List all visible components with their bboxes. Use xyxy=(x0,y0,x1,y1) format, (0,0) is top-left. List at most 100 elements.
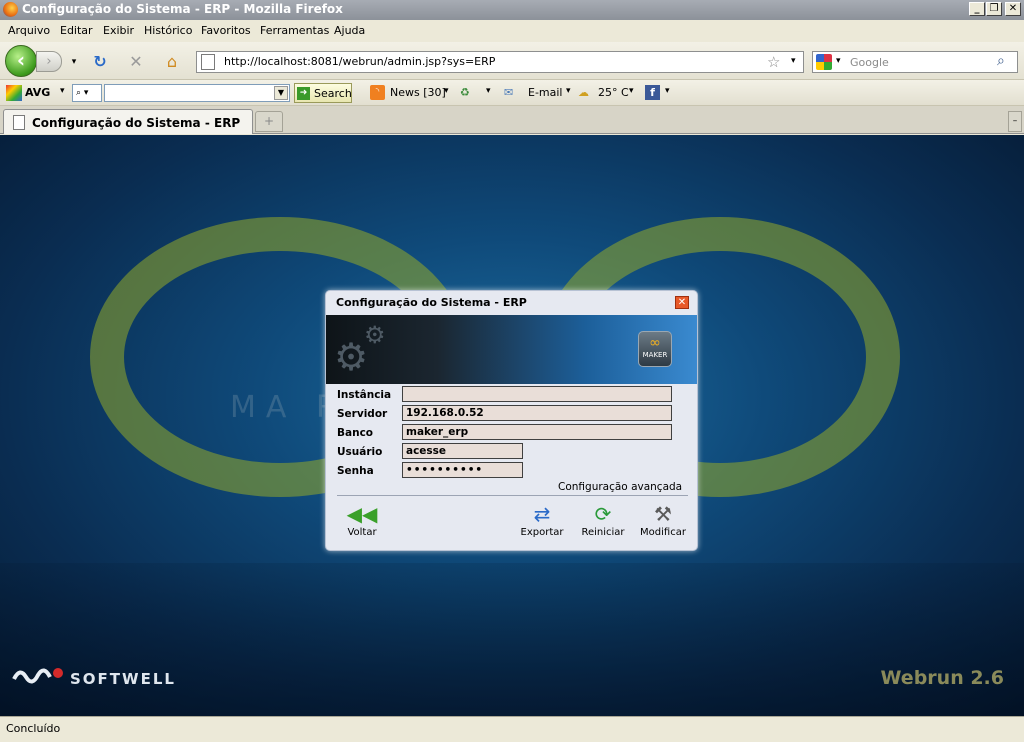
avg-search-label: Search xyxy=(314,87,352,100)
avg-search-engine-select[interactable]: ⌕ ▾ xyxy=(72,84,102,102)
menu-arquivo[interactable]: Arquivo xyxy=(8,24,50,37)
dialog-title: Configuração do Sistema - ERP xyxy=(336,296,527,309)
webrun-version: Webrun 2.6 xyxy=(880,667,1004,689)
facebook-dropdown-icon[interactable]: ▾ xyxy=(665,86,670,96)
avg-search-button[interactable]: ➜ Search xyxy=(294,83,352,103)
page-content: MA RLD SOFTWELL Webrun 2.6 Configuração … xyxy=(0,135,1024,716)
arrow-right-icon: ➜ xyxy=(297,87,310,100)
new-tab-button[interactable]: + xyxy=(255,111,283,132)
reload-icon[interactable]: ↻ xyxy=(90,52,110,72)
menu-bar: Arquivo Editar Exibir Histórico Favorito… xyxy=(0,20,1024,42)
weather-dropdown-icon[interactable]: ▾ xyxy=(629,86,634,96)
close-window-button[interactable]: ✕ xyxy=(1005,2,1021,16)
tab-title: Configuração do Sistema - ERP xyxy=(32,116,241,130)
modificar-button[interactable]: ⚒ Modificar xyxy=(635,501,691,538)
menu-exibir[interactable]: Exibir xyxy=(103,24,134,37)
firefox-icon xyxy=(3,2,18,17)
export-icon: ⇄ xyxy=(533,502,551,526)
page-icon xyxy=(13,115,25,130)
navigation-toolbar: ‹ › ▾ ↻ ✕ ⌂ http://localhost:8081/webrun… xyxy=(0,42,1024,80)
window-title: Configuração do Sistema - ERP - Mozilla … xyxy=(22,2,343,16)
email-icon: ✉ xyxy=(504,86,514,99)
advanced-config-link[interactable]: Configuração avançada xyxy=(558,481,682,493)
gear-icon: ⚙ xyxy=(334,335,369,379)
avg-tool-icon[interactable]: ♻ xyxy=(460,86,470,99)
restart-icon: ⟳ xyxy=(594,502,612,526)
forward-button[interactable]: › xyxy=(36,51,62,72)
servidor-label: Servidor xyxy=(337,408,388,420)
instancia-input[interactable] xyxy=(402,386,672,402)
softwell-logo-text: SOFTWELL xyxy=(70,670,176,688)
menu-editar[interactable]: Editar xyxy=(60,24,93,37)
back-button[interactable]: ‹ xyxy=(5,45,37,77)
maker-logo-text: MAKER xyxy=(642,351,668,359)
softwell-logo-icon xyxy=(12,668,63,684)
weather-button[interactable]: 25° C xyxy=(598,86,629,99)
url-text: http://localhost:8081/webrun/admin.jsp?s… xyxy=(224,55,496,68)
google-icon[interactable] xyxy=(816,54,832,70)
email-dropdown-icon[interactable]: ▾ xyxy=(566,86,571,96)
page-icon xyxy=(201,54,215,70)
avg-toolbar: AVG ▾ ⌕ ▾ ▼ ➜ Search ◝ News [30] ▾ ♻ ▾ ✉… xyxy=(0,80,1024,106)
tools-icon: ⚒ xyxy=(654,502,672,526)
search-engine-dropdown-icon[interactable]: ▾ xyxy=(836,56,841,66)
stop-icon[interactable]: ✕ xyxy=(126,52,146,72)
tab-list-button[interactable]: – xyxy=(1008,111,1022,132)
tool-dropdown-icon[interactable]: ▾ xyxy=(486,86,491,96)
close-icon[interactable]: ✕ xyxy=(675,296,689,309)
banco-input[interactable]: maker_erp xyxy=(402,424,672,440)
usuario-input[interactable]: acesse xyxy=(402,443,523,459)
menu-favoritos[interactable]: Favoritos xyxy=(201,24,251,37)
address-bar[interactable]: http://localhost:8081/webrun/admin.jsp?s… xyxy=(196,51,804,73)
exportar-label: Exportar xyxy=(520,527,564,538)
infinity-icon: ∞ xyxy=(649,335,661,351)
status-text: Concluído xyxy=(6,722,61,735)
menu-ajuda[interactable]: Ajuda xyxy=(334,24,365,37)
reiniciar-label: Reiniciar xyxy=(581,527,625,538)
home-icon[interactable]: ⌂ xyxy=(162,52,182,72)
dialog-banner: ⚙ ⚙ ∞ MAKER xyxy=(326,315,697,384)
tab-bar: Configuração do Sistema - ERP + – xyxy=(0,106,1024,134)
config-dialog: Configuração do Sistema - ERP ✕ ⚙ ⚙ ∞ MA… xyxy=(325,290,698,551)
senha-input[interactable]: •••••••••• xyxy=(402,462,523,478)
avg-search-history-icon[interactable]: ▼ xyxy=(274,86,288,100)
avg-logo-text: AVG xyxy=(25,86,51,99)
instancia-label: Instância xyxy=(337,389,392,401)
email-button[interactable]: E-mail xyxy=(528,86,563,99)
news-dropdown-icon[interactable]: ▾ xyxy=(444,86,449,96)
modificar-label: Modificar xyxy=(640,527,686,538)
history-dropdown-icon[interactable]: ▾ xyxy=(64,52,84,72)
senha-label: Senha xyxy=(337,465,374,477)
search-placeholder: Google xyxy=(850,56,889,69)
maker-logo: ∞ MAKER xyxy=(638,331,672,367)
status-bar: Concluído xyxy=(0,716,1024,742)
title-bar: Configuração do Sistema - ERP - Mozilla … xyxy=(0,0,1024,20)
maximize-button[interactable]: ❐ xyxy=(986,2,1002,16)
gear-icon: ⚙ xyxy=(364,321,386,349)
avg-dropdown-icon[interactable]: ▾ xyxy=(60,86,65,96)
search-icon[interactable]: ⌕ xyxy=(997,53,1005,69)
facebook-icon[interactable]: f xyxy=(645,85,660,100)
voltar-button[interactable]: ◀◀ Voltar xyxy=(340,501,384,538)
rss-icon: ◝ xyxy=(370,85,385,100)
banco-label: Banco xyxy=(337,427,374,439)
servidor-input[interactable]: 192.168.0.52 xyxy=(402,405,672,421)
voltar-label: Voltar xyxy=(347,527,377,538)
usuario-label: Usuário xyxy=(337,446,383,458)
search-box[interactable]: ▾ Google ⌕ xyxy=(812,51,1018,73)
tab-configuracao[interactable]: Configuração do Sistema - ERP xyxy=(3,109,253,134)
weather-icon: ☁ xyxy=(578,86,589,99)
dialog-divider xyxy=(337,495,688,496)
exportar-button[interactable]: ⇄ Exportar xyxy=(516,501,568,538)
avg-logo-icon xyxy=(6,85,22,101)
menu-historico[interactable]: Histórico xyxy=(144,24,192,37)
minimize-button[interactable]: _ xyxy=(969,2,985,16)
rewind-icon: ◀◀ xyxy=(346,502,378,526)
menu-ferramentas[interactable]: Ferramentas xyxy=(260,24,329,37)
reiniciar-button[interactable]: ⟳ Reiniciar xyxy=(576,501,630,538)
avg-search-input[interactable]: ▼ xyxy=(104,84,290,102)
background-floor xyxy=(0,563,1024,716)
news-button[interactable]: News [30] xyxy=(390,86,446,99)
bookmark-star-icon[interactable]: ☆ xyxy=(767,53,780,71)
url-dropdown-icon[interactable]: ▾ xyxy=(791,56,796,66)
